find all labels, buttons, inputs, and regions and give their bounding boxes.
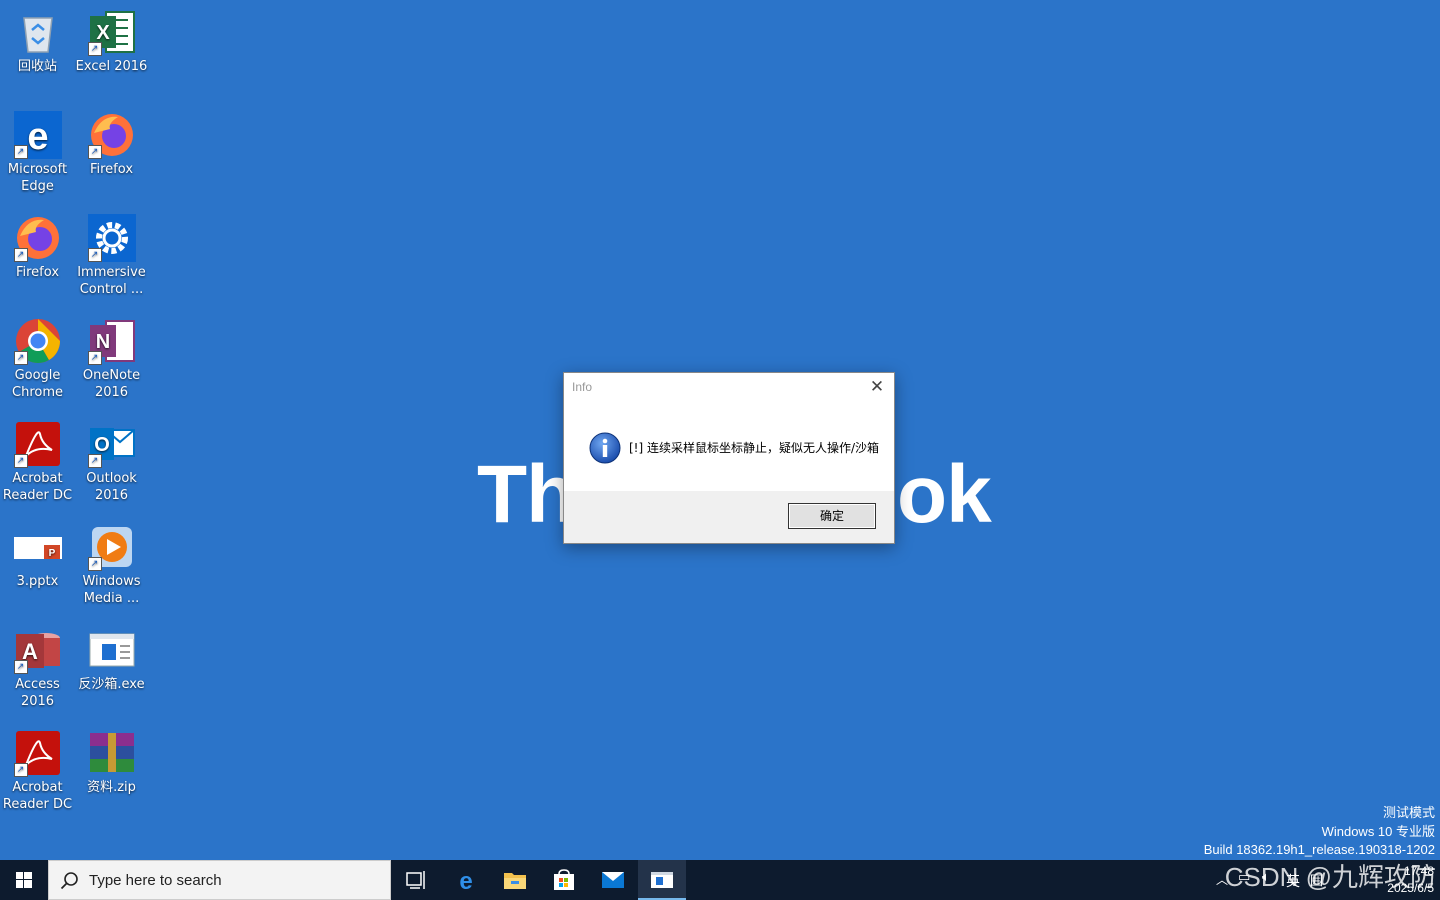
desktop-icon-label: Acrobat Reader DC — [2, 780, 73, 812]
close-icon: ✕ — [869, 377, 885, 397]
mail-icon — [602, 872, 624, 888]
firefox-icon: ↗ — [13, 214, 62, 262]
desktop-icon-acrobat[interactable]: ↗ Acrobat Reader DC — [0, 412, 75, 504]
shortcut-arrow-icon: ↗ — [87, 42, 102, 56]
close-button[interactable]: ✕ — [866, 377, 888, 397]
desktop-icon-label: Immersive Control ... — [77, 265, 146, 297]
shortcut-arrow-icon: ↗ — [87, 557, 102, 571]
desktop-icon-pptx[interactable]: P 3.pptx — [0, 515, 75, 590]
acrobat-icon: ↗ — [13, 420, 62, 468]
taskbar-store-button[interactable] — [540, 860, 588, 900]
desktop-icon-firefox[interactable]: ↗ Firefox — [0, 206, 75, 281]
edge-icon: e — [459, 868, 472, 892]
watermark-line-2: Windows 10 专业版 — [1321, 823, 1435, 839]
desktop-icon-edge[interactable]: e ↗ Microsoft Edge — [0, 103, 75, 195]
info-dialog: Info ✕ [!] 连续采样鼠标坐标静止，疑似无人操作/沙箱 确定 — [563, 372, 895, 544]
folder-icon — [504, 873, 526, 889]
exe-file-icon — [88, 626, 136, 674]
excel-icon: X ↗ — [87, 8, 136, 56]
acrobat-icon: ↗ — [13, 729, 62, 777]
desktop-icon-chrome[interactable]: ↗ Google Chrome — [0, 309, 75, 401]
search-icon — [60, 872, 78, 890]
taskbar-running-app-button[interactable] — [638, 860, 686, 900]
shortcut-arrow-icon: ↗ — [13, 763, 28, 777]
taskbar-edge-button[interactable]: e — [442, 860, 490, 900]
desktop-icon-label: 3.pptx — [16, 574, 59, 589]
recycle-bin-icon — [14, 8, 62, 56]
desktop-icon-control-panel[interactable]: ↗ Immersive Control ... — [74, 206, 149, 298]
windows-logo-icon — [16, 872, 32, 888]
task-view-icon — [406, 871, 425, 889]
start-button[interactable] — [0, 860, 48, 900]
desktop-icon-label: Outlook 2016 — [86, 471, 137, 503]
desktop: Th ok 回收站 e ↗ Microsoft Edge ↗ Firefox ↗… — [0, 0, 1440, 860]
desktop-icon-recycle-bin[interactable]: 回收站 — [0, 0, 75, 75]
svg-text:e: e — [459, 868, 472, 892]
app-window-icon — [651, 872, 673, 888]
winrar-archive-icon — [88, 729, 136, 777]
desktop-icon-excel[interactable]: X ↗ Excel 2016 — [74, 0, 149, 75]
csdn-watermark: CSDN @九辉攻防 — [1224, 862, 1436, 892]
store-icon — [554, 869, 574, 890]
dialog-footer: 确定 — [564, 491, 894, 543]
shortcut-arrow-icon: ↗ — [13, 145, 28, 159]
dialog-title: Info — [572, 380, 593, 394]
desktop-icon-label: Firefox — [15, 265, 60, 280]
shortcut-arrow-icon: ↗ — [13, 660, 28, 674]
desktop-icon-label: Acrobat Reader DC — [2, 471, 73, 503]
desktop-icon-anti-sandbox-exe[interactable]: 反沙箱.exe — [74, 618, 149, 693]
media-player-icon: ↗ — [87, 523, 136, 571]
svg-text:O: O — [94, 434, 110, 456]
wallpaper-logo-left: Th — [477, 449, 576, 540]
info-icon — [589, 432, 621, 464]
desktop-icon-label: 资料.zip — [87, 780, 136, 795]
shortcut-arrow-icon: ↗ — [87, 454, 102, 468]
desktop-icon-acrobat-2[interactable]: ↗ Acrobat Reader DC — [0, 721, 75, 813]
desktop-icon-label: Access 2016 — [15, 677, 60, 709]
desktop-icon-label: 反沙箱.exe — [78, 677, 145, 692]
desktop-icon-firefox-2[interactable]: ↗ Firefox — [74, 103, 149, 178]
shortcut-arrow-icon: ↗ — [87, 248, 102, 262]
dialog-message: [!] 连续采样鼠标坐标静止，疑似无人操作/沙箱 — [629, 441, 880, 455]
test-mode-watermark: 测试模式 Windows 10 专业版 Build 18362.19h1_rel… — [1204, 804, 1435, 860]
watermark-line-1: 测试模式 — [1382, 805, 1435, 820]
desktop-icon-onenote[interactable]: N ↗ OneNote 2016 — [74, 309, 149, 401]
shortcut-arrow-icon: ↗ — [87, 351, 102, 365]
shortcut-arrow-icon: ↗ — [13, 351, 28, 365]
svg-text:e: e — [27, 116, 48, 158]
shortcut-arrow-icon: ↗ — [13, 248, 28, 262]
chrome-icon: ↗ — [13, 317, 62, 365]
search-placeholder: Type here to search — [89, 872, 222, 889]
desktop-icon-wmp[interactable]: ↗ Windows Media ... — [74, 515, 149, 607]
wallpaper-logo: Th ok — [477, 448, 992, 542]
desktop-icon-label: 回收站 — [17, 59, 57, 74]
desktop-icon-zip[interactable]: 资料.zip — [74, 721, 149, 796]
desktop-icon-label: Microsoft Edge — [7, 162, 68, 194]
shortcut-arrow-icon: ↗ — [13, 454, 28, 468]
taskbar-explorer-button[interactable] — [491, 860, 539, 900]
ok-button[interactable]: 确定 — [788, 503, 876, 529]
shortcut-arrow-icon: ↗ — [87, 145, 102, 159]
outlook-icon: O ↗ — [87, 420, 136, 468]
firefox-icon: ↗ — [87, 111, 136, 159]
desktop-icon-label: Google Chrome — [12, 368, 63, 400]
task-view-button[interactable] — [392, 860, 440, 900]
svg-text:N: N — [95, 331, 109, 353]
desktop-icon-label: Excel 2016 — [75, 59, 148, 74]
edge-icon: e ↗ — [13, 111, 62, 159]
taskbar-mail-button[interactable] — [589, 860, 637, 900]
gear-icon: ↗ — [87, 214, 136, 262]
onenote-icon: N ↗ — [87, 317, 136, 365]
desktop-icon-label: Windows Media ... — [82, 574, 141, 606]
taskbar-search-box[interactable]: Type here to search — [48, 860, 391, 900]
pptx-file-icon: P — [13, 523, 62, 571]
desktop-icon-outlook[interactable]: O ↗ Outlook 2016 — [74, 412, 149, 504]
desktop-icon-access[interactable]: A ↗ Access 2016 — [0, 618, 75, 710]
desktop-icon-label: Firefox — [89, 162, 134, 177]
desktop-icon-label: OneNote 2016 — [82, 368, 141, 400]
wallpaper-logo-right: ok — [897, 449, 992, 540]
access-icon: A ↗ — [13, 626, 62, 674]
svg-text:X: X — [96, 22, 110, 44]
svg-text:P: P — [48, 548, 55, 559]
